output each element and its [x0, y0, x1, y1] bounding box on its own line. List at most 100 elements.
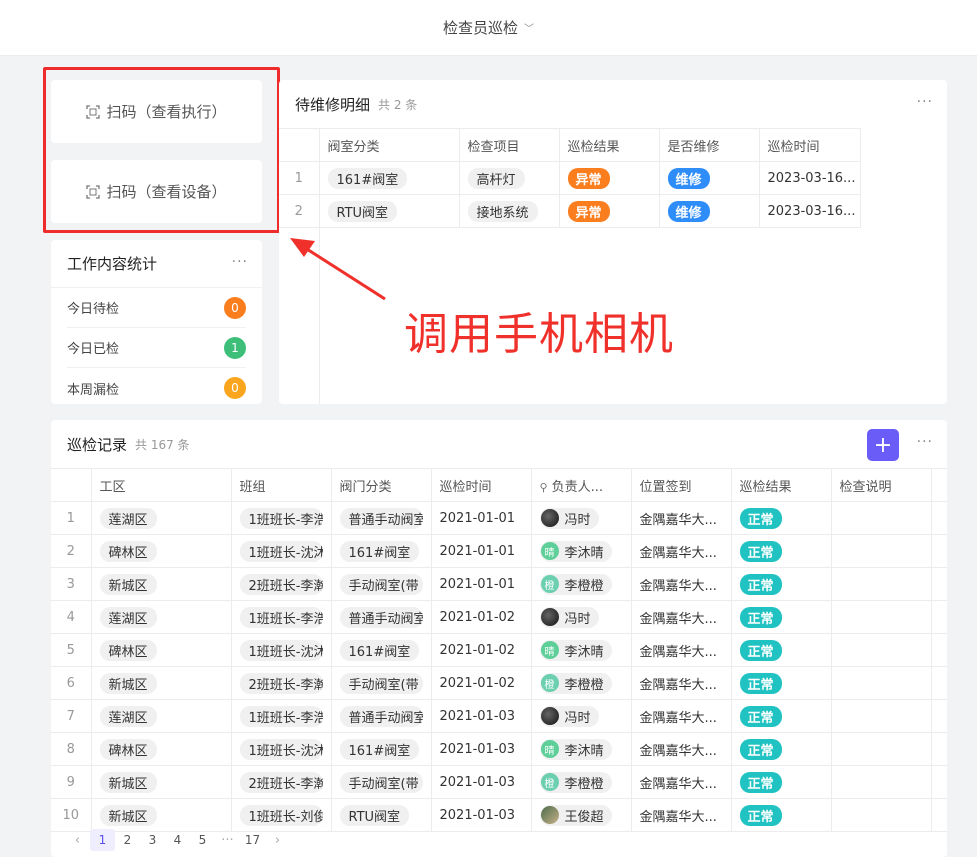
annotation-text: 调用手机相机 — [404, 309, 674, 360]
normal-badge: 正常 — [739, 573, 782, 595]
location-cell: 金隅嘉华大... — [631, 765, 732, 799]
stat-row-week-missed[interactable]: 本周漏检 0 — [67, 368, 246, 404]
note-cell[interactable] — [831, 501, 932, 535]
table-row[interactable]: 5 碑林区 1班班长-沈沐 161#阀室 2021-01-02 晴李沐晴 金隅嘉华大... 正… — [51, 633, 947, 667]
prev-page-button[interactable]: ‹ — [65, 829, 90, 851]
annotation-arrow-icon — [290, 238, 386, 301]
column-header[interactable]: 阀门分类 — [331, 468, 432, 502]
repair-badge: 维修 — [667, 167, 710, 189]
owner-chip[interactable]: 冯时 — [539, 606, 599, 628]
owner-chip[interactable]: 橙李橙橙 — [539, 672, 612, 694]
table-row[interactable]: 8 碑林区 1班班长-沈沐 161#阀室 2021-01-03 晴李沐晴 金隅嘉华大... 正… — [51, 732, 947, 766]
note-cell[interactable] — [831, 699, 932, 733]
owner-name: 冯时 — [564, 611, 591, 627]
owner-chip[interactable]: 晴李沐晴 — [539, 639, 612, 661]
note-cell[interactable] — [831, 600, 932, 634]
page-1-button[interactable]: 1 — [90, 829, 115, 851]
owner-chip[interactable]: 橙李橙橙 — [539, 771, 612, 793]
owner-name: 冯时 — [564, 512, 591, 528]
repair-badge: 维修 — [667, 200, 710, 222]
page-5-button[interactable]: 5 — [190, 829, 215, 851]
scan-device-button[interactable]: 扫码（查看设备） — [51, 160, 262, 223]
column-header[interactable]: 巡检时间 — [759, 128, 861, 162]
table-row[interactable]: 3 新城区 2班班长-李瀚 手动阀室(带 2021-01-01 橙李橙橙 金隅嘉华大... 正… — [51, 567, 947, 601]
filler-cell — [931, 501, 947, 535]
table-row[interactable]: 1 161#阀室 高杆灯 异常 维修 2023-03-16... — [279, 161, 861, 195]
table-row[interactable]: 2 RTU阀室 接地系统 异常 维修 2023-03-16... — [279, 194, 861, 228]
table-row[interactable]: 2 碑林区 1班班长-沈沐 161#阀室 2021-01-01 晴李沐晴 金隅嘉华大... 正… — [51, 534, 947, 568]
row-number-header — [51, 468, 92, 502]
column-header[interactable]: 检查项目 — [459, 128, 560, 162]
owner-chip[interactable]: 晴李沐晴 — [539, 738, 612, 760]
column-header[interactable]: 是否维修 — [659, 128, 760, 162]
stat-row-today-done[interactable]: 今日已检 1 — [67, 328, 246, 368]
more-pages-button[interactable]: ··· — [215, 829, 240, 851]
table-row[interactable]: 7 莲湖区 1班班长-李浩 普通手动阀室 2021-01-03 冯时 金隅嘉华大... 正常 — [51, 699, 947, 733]
time-cell: 2021-01-01 — [431, 501, 532, 535]
owner-name: 李沐晴 — [564, 743, 604, 759]
work-stats-card: 工作内容统计 ··· 今日待检 0 今日已检 1 本周漏检 0 — [51, 240, 262, 404]
note-cell[interactable] — [831, 765, 932, 799]
column-header[interactable]: 位置签到 — [631, 468, 732, 502]
column-header[interactable]: 巡检时间 — [431, 468, 532, 502]
row-number: 2 — [279, 194, 320, 228]
note-cell[interactable] — [831, 666, 932, 700]
avatar — [540, 707, 559, 725]
stat-label: 今日待检 — [67, 302, 120, 317]
page-2-button[interactable]: 2 — [115, 829, 140, 851]
row-number: 7 — [51, 699, 92, 733]
column-header[interactable]: 工区 — [91, 468, 232, 502]
abnormal-badge: 异常 — [567, 200, 610, 222]
table-row[interactable]: 1 莲湖区 1班班长-李浩 普通手动阀室 2021-01-01 冯时 金隅嘉华大... 正常 — [51, 501, 947, 535]
column-header[interactable]: 巡检结果 — [731, 468, 832, 502]
note-cell[interactable] — [831, 567, 932, 601]
page-3-button[interactable]: 3 — [140, 829, 165, 851]
table-row[interactable]: 9 新城区 2班班长-李瀚 手动阀室(带 2021-01-03 橙李橙橙 金隅嘉华大... 正… — [51, 765, 947, 799]
valve-tag: 手动阀室(带 — [339, 573, 423, 595]
table-row[interactable]: 6 新城区 2班班长-李瀚 手动阀室(带 2021-01-02 橙李橙橙 金隅嘉华大... 正… — [51, 666, 947, 700]
avatar: 晴 — [540, 641, 559, 659]
more-icon[interactable]: ··· — [917, 94, 933, 110]
column-header-owner[interactable]: ⚲ 负责人... — [531, 468, 632, 502]
owner-name: 冯时 — [564, 710, 591, 726]
location-cell: 金隅嘉华大... — [631, 633, 732, 667]
owner-chip[interactable]: 冯时 — [539, 705, 599, 727]
valve-tag: 普通手动阀室 — [339, 606, 423, 628]
filler-cell — [931, 567, 947, 601]
location-cell: 金隅嘉华大... — [631, 567, 732, 601]
row-number: 9 — [51, 765, 92, 799]
scan-execution-button[interactable]: 扫码（查看执行） — [51, 80, 262, 143]
chevron-down-icon[interactable]: ﹀ — [524, 20, 534, 35]
add-record-button[interactable]: + — [867, 429, 899, 461]
area-tag: 新城区 — [99, 573, 157, 595]
item-tag: 接地系统 — [467, 200, 538, 222]
stat-row-today-pending[interactable]: 今日待检 0 — [67, 288, 246, 328]
owner-chip[interactable]: 晴李沐晴 — [539, 540, 612, 562]
owner-chip[interactable]: 橙李橙橙 — [539, 573, 612, 595]
owner-chip[interactable]: 冯时 — [539, 507, 599, 529]
table-row[interactable]: 4 莲湖区 1班班长-李浩 普通手动阀室 2021-01-02 冯时 金隅嘉华大... 正常 — [51, 600, 947, 634]
note-cell[interactable] — [831, 633, 932, 667]
time-cell: 2021-01-03 — [431, 699, 532, 733]
page-last-button[interactable]: 17 — [240, 829, 265, 851]
more-icon[interactable]: ··· — [917, 434, 933, 450]
page-4-button[interactable]: 4 — [165, 829, 190, 851]
more-icon[interactable]: ··· — [232, 254, 248, 270]
note-cell[interactable] — [831, 732, 932, 766]
column-header[interactable]: 检查说明 — [831, 468, 932, 502]
column-header[interactable]: 巡检结果 — [559, 128, 660, 162]
note-cell[interactable] — [831, 534, 932, 568]
records-table: 工区 班组 阀门分类 巡检时间 ⚲ 负责人... 位置签到 巡检结果 检查说明 1… — [51, 468, 947, 832]
location-cell: 金隅嘉华大... — [631, 534, 732, 568]
valve-tag: 手动阀室(带 — [339, 672, 423, 694]
team-tag: 1班班长-沈沐 — [239, 540, 323, 562]
owner-name: 李沐晴 — [564, 545, 604, 561]
next-page-button[interactable]: › — [265, 829, 290, 851]
page-title[interactable]: 检查员巡检 — [443, 17, 518, 38]
column-header[interactable]: 班组 — [231, 468, 332, 502]
column-header[interactable]: 阀室分类 — [319, 128, 460, 162]
team-tag: 1班班长-李浩 — [239, 606, 323, 628]
row-number: 6 — [51, 666, 92, 700]
location-cell: 金隅嘉华大... — [631, 501, 732, 535]
valve-tag: 161#阀室 — [339, 738, 420, 760]
